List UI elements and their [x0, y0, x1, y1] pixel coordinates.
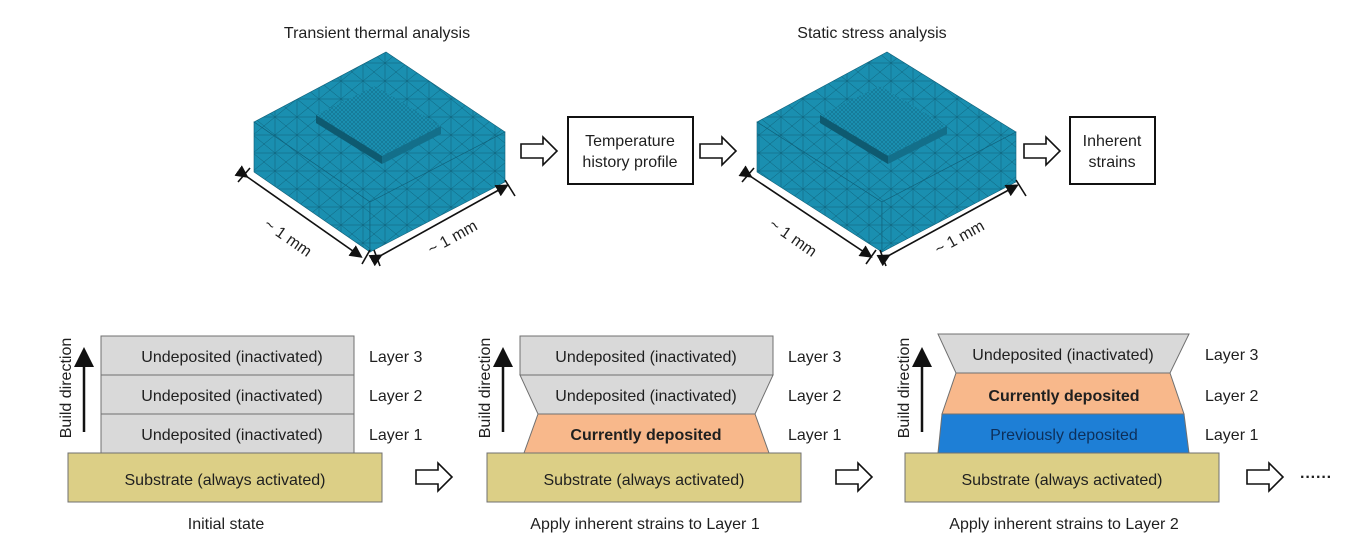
substrate-text: Substrate (always activated) [544, 472, 745, 489]
dim-tick [237, 167, 251, 183]
dimension-label-right: ~ 1 mm [425, 218, 480, 259]
layer-2-text: Undeposited (inactivated) [555, 388, 736, 405]
dimension-label-left: ~ 1 mm [261, 216, 315, 261]
panel-caption: Apply inherent strains to Layer 2 [949, 516, 1179, 533]
layer-3-label: Layer 3 [1205, 347, 1258, 364]
dim-tick [504, 179, 516, 197]
layer-1-text: Previously deposited [990, 427, 1138, 444]
panel-layer-2: Build direction Undeposited (inactivated… [896, 333, 1258, 533]
layer-2-text: Undeposited (inactivated) [141, 388, 322, 405]
dim-tick [879, 249, 887, 267]
flow-arrow-icon [1246, 461, 1285, 493]
temperature-box-line1: Temperature [585, 133, 675, 150]
flow-arrow-icon [1023, 135, 1062, 167]
dim-tick [865, 249, 877, 265]
dimension-label-left: ~ 1 mm [766, 216, 820, 261]
layer-3-label: Layer 3 [369, 349, 422, 366]
layer-2-label: Layer 2 [369, 388, 422, 405]
diagram-canvas: Transient thermal analysis ~ 1 mm ~ 1 mm… [58, 25, 1332, 533]
substrate-text: Substrate (always activated) [125, 472, 326, 489]
layer-2-label: Layer 2 [788, 388, 841, 405]
stress-mesh-model: Static stress analysis ~ 1 mm ~ 1 mm [738, 25, 1027, 267]
panel-caption: Apply inherent strains to Layer 1 [530, 516, 760, 533]
flow-arrow-icon [520, 135, 559, 167]
temperature-history-box: Temperature history profile [567, 116, 694, 185]
layer-3-text: Undeposited (inactivated) [555, 349, 736, 366]
stress-analysis-title: Static stress analysis [797, 25, 946, 42]
panel-initial-state: Build direction Undeposited (inactivated… [58, 335, 422, 533]
thermal-mesh-model: Transient thermal analysis ~ 1 mm ~ 1 mm [234, 25, 516, 267]
layer-1-text: Currently deposited [570, 427, 721, 444]
layer-1-label: Layer 1 [1205, 427, 1258, 444]
layer-1-label: Layer 1 [369, 427, 422, 444]
strains-box-line2: strains [1088, 154, 1135, 171]
layer-3-text: Undeposited (inactivated) [972, 347, 1153, 364]
flow-arrow-icon [415, 461, 454, 493]
panel-layer-1: Build direction Undeposited (inactivated… [477, 335, 841, 533]
dim-tick [361, 249, 371, 265]
build-direction-label: Build direction [477, 338, 494, 439]
continuation-ellipsis: ······ [1300, 469, 1332, 486]
substrate-text: Substrate (always activated) [962, 472, 1163, 489]
strains-box-line1: Inherent [1083, 133, 1142, 150]
panel-caption: Initial state [188, 516, 265, 533]
layer-2-label: Layer 2 [1205, 388, 1258, 405]
build-direction-label: Build direction [896, 338, 913, 439]
temperature-box-line2: history profile [582, 154, 677, 171]
layer-1-text: Undeposited (inactivated) [141, 427, 322, 444]
flow-arrow-icon [835, 461, 874, 493]
build-direction-label: Build direction [58, 338, 75, 439]
dim-tick [741, 167, 755, 183]
thermal-analysis-title: Transient thermal analysis [284, 25, 470, 42]
layer-1-label: Layer 1 [788, 427, 841, 444]
layer-3-text: Undeposited (inactivated) [141, 349, 322, 366]
inherent-strains-box: Inherent strains [1069, 116, 1156, 185]
dimension-label-right: ~ 1 mm [932, 218, 987, 259]
layer-3-label: Layer 3 [788, 349, 841, 366]
layer-2-text: Currently deposited [988, 388, 1139, 405]
flow-arrow-icon [699, 135, 738, 167]
dim-tick [1015, 179, 1027, 197]
dim-tick [373, 249, 381, 267]
